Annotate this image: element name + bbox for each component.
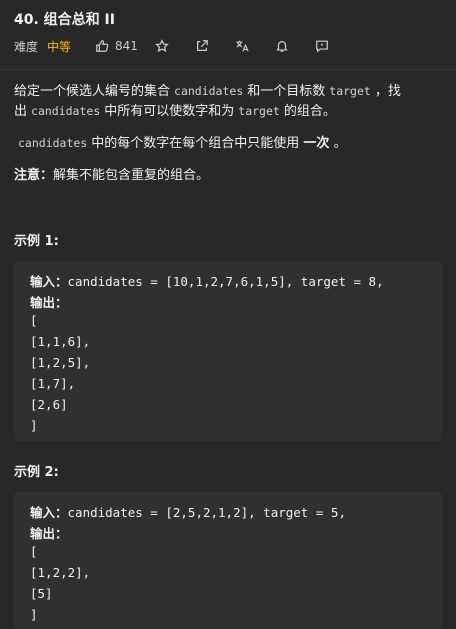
input-value: candidates = [2,5,2,1,2], target = 5, [67, 505, 346, 520]
output-line: ] [30, 418, 38, 433]
star-icon [155, 39, 169, 53]
output-line: [1,7], [30, 376, 76, 391]
input-label: 输入： [30, 505, 68, 520]
thumbs-up-icon [96, 40, 109, 52]
output-line: [ [30, 544, 38, 559]
example-input-line: 输入：candidates = [10,1,2,7,6,1,5], target… [30, 271, 384, 290]
description-paragraph-1: 给定一个候选人编号的集合 candidates 和一个目标数 target ，找 [14, 81, 401, 102]
share-icon [196, 40, 208, 51]
output-line: [1,2,5], [30, 355, 91, 370]
desc-text: 中的每个数字在每个组合中只能使用 [91, 136, 300, 151]
emphasis-text: 一次 [303, 136, 330, 151]
desc-text: 出 [14, 104, 28, 119]
bell-icon [276, 41, 288, 52]
header-divider [0, 69, 456, 70]
output-label: 输出： [30, 526, 68, 541]
desc-text: 的组合。 [283, 104, 336, 119]
description-paragraph-2: candidates 中的每个数字在每个组合中只能使用 一次 。 [14, 133, 347, 154]
inline-code: candidates [31, 104, 101, 118]
desc-text: 给定一个候选人编号的集合 [14, 84, 171, 99]
input-value: candidates = [10,1,2,7,6,1,5], target = … [67, 274, 384, 289]
example-1-code-block: 输入：candidates = [10,1,2,7,6,1,5], target… [14, 261, 442, 441]
share-button[interactable] [194, 38, 210, 54]
output-label: 输出： [30, 295, 68, 310]
inline-code: target [329, 84, 371, 98]
inline-code: candidates [174, 84, 244, 98]
inline-code: candidates [18, 136, 88, 150]
example-2-code-block: 输入：candidates = [2,5,2,1,2], target = 5,… [14, 492, 442, 629]
note-label: 注意： [14, 168, 54, 183]
desc-text: 中所有可以使数字和为 [104, 104, 235, 119]
example-1-heading: 示例 1: [14, 234, 59, 249]
output-line: [2,6] [30, 397, 68, 412]
example-2-heading: 示例 2: [14, 465, 59, 480]
favorite-button[interactable] [154, 38, 170, 54]
difficulty-badge: 中等 [47, 39, 72, 54]
problem-meta-bar: 难度 中等 841 [14, 36, 354, 56]
feedback-button[interactable] [314, 38, 330, 54]
example-input-line: 输入：candidates = [2,5,2,1,2], target = 5, [30, 502, 346, 521]
desc-text: ，找 [374, 84, 401, 99]
feedback-icon [316, 40, 328, 53]
output-line: [1,2,2], [30, 565, 91, 580]
output-line: [5] [30, 586, 53, 601]
note-text: 解集不能包含重复的组合。 [53, 168, 210, 183]
desc-text: 。 [333, 136, 347, 151]
like-button[interactable]: 841 [95, 39, 138, 53]
output-line: [ [30, 313, 38, 328]
difficulty-label: 难度 [14, 39, 39, 54]
description-paragraph-1-cont: 出 candidates 中所有可以使数字和为 target 的组合。 [14, 101, 336, 122]
desc-text: 和一个目标数 [247, 84, 326, 99]
output-line: [1,1,6], [30, 334, 91, 349]
example-output-label: 输出： [30, 292, 68, 311]
note-paragraph: 注意：解集不能包含重复的组合。 [14, 166, 209, 186]
inline-code: target [238, 104, 280, 118]
translate-icon [236, 40, 249, 52]
example-output-label: 输出： [30, 523, 68, 542]
problem-title: 40. 组合总和 II [14, 12, 115, 28]
input-label: 输入： [30, 274, 68, 289]
translate-button[interactable] [234, 38, 250, 54]
like-count: 841 [115, 39, 138, 53]
subscribe-button[interactable] [274, 38, 290, 54]
output-line: ] [30, 607, 38, 622]
